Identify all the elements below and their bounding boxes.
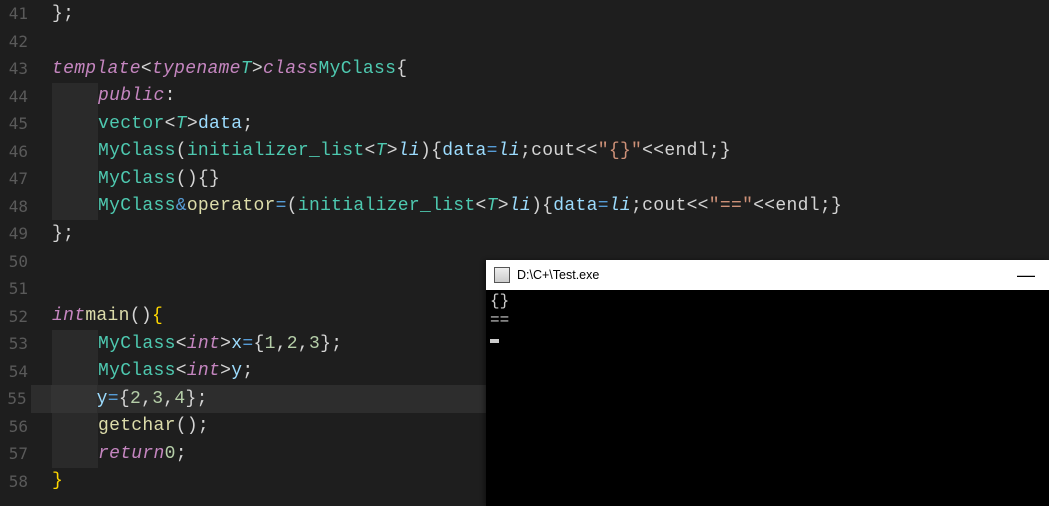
minimize-button[interactable]: — (1003, 260, 1049, 290)
line-number: 45 (0, 114, 32, 133)
code-content[interactable]: }; (32, 224, 74, 244)
code-content[interactable]: }; (32, 4, 74, 24)
code-content[interactable]: MyClass(){} (32, 165, 220, 193)
console-title: D:\C+\Test.exe (517, 268, 1003, 282)
line-number: 48 (0, 197, 32, 216)
line-number: 53 (0, 334, 32, 353)
code-content[interactable]: template<typename T> class MyClass{ (32, 59, 407, 79)
code-content[interactable]: MyClass<int> y; (32, 358, 253, 386)
line-number: 54 (0, 362, 32, 381)
code-line[interactable]: 41}; (0, 0, 1049, 28)
code-content[interactable]: vector<T> data; (32, 110, 253, 138)
code-content[interactable]: MyClass& operator=(initializer_list<T> l… (32, 193, 842, 221)
code-content[interactable]: MyClass<int> x={1,2,3}; (32, 330, 342, 358)
line-number: 58 (0, 472, 32, 491)
code-line[interactable]: 48MyClass& operator=(initializer_list<T>… (0, 193, 1049, 221)
code-content[interactable]: return 0; (32, 440, 187, 468)
code-line[interactable]: 45vector<T> data; (0, 110, 1049, 138)
code-line[interactable]: 43template<typename T> class MyClass{ (0, 55, 1049, 83)
line-number: 47 (0, 169, 32, 188)
line-number: 55 (0, 389, 31, 408)
code-content[interactable]: public: (32, 83, 176, 111)
code-line[interactable]: 47MyClass(){} (0, 165, 1049, 193)
code-line[interactable]: 44public: (0, 83, 1049, 111)
console-window: D:\C+\Test.exe — {} == (486, 260, 1049, 506)
code-content[interactable]: } (32, 471, 63, 491)
line-number: 52 (0, 307, 32, 326)
line-number: 42 (0, 32, 32, 51)
line-number: 43 (0, 59, 32, 78)
code-line[interactable]: 46MyClass(initializer_list<T> li){data=l… (0, 138, 1049, 166)
app-icon (494, 267, 510, 283)
console-titlebar[interactable]: D:\C+\Test.exe — (486, 260, 1049, 290)
console-output: {} == (486, 290, 1049, 349)
code-line[interactable]: 49}; (0, 220, 1049, 248)
code-content[interactable]: MyClass(initializer_list<T> li){data=li;… (32, 138, 731, 166)
line-number: 46 (0, 142, 32, 161)
code-content[interactable]: int main() { (32, 306, 163, 326)
console-cursor (490, 339, 499, 343)
line-number: 50 (0, 252, 32, 271)
line-number: 44 (0, 87, 32, 106)
line-number: 49 (0, 224, 32, 243)
line-number: 41 (0, 4, 32, 23)
line-number: 57 (0, 444, 32, 463)
code-content[interactable]: getchar(); (32, 413, 209, 441)
line-number: 56 (0, 417, 32, 436)
line-number: 51 (0, 279, 32, 298)
code-line[interactable]: 42 (0, 28, 1049, 56)
